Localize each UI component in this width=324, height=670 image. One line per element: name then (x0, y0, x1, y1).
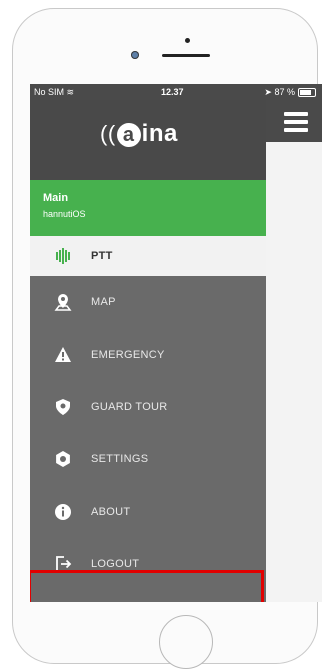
ptt-icon (54, 247, 72, 265)
proximity-sensor (185, 38, 190, 43)
logout-icon (54, 555, 72, 573)
status-bar: No SIM ≋ 12.37 ➤ 87 % (30, 84, 322, 100)
warning-icon (54, 346, 72, 364)
menu-item-guard-tour[interactable]: GUARD TOUR (30, 381, 266, 433)
status-time: 12.37 (161, 87, 184, 97)
location-icon: ➤ (264, 87, 272, 97)
gear-icon (54, 450, 72, 468)
app-screen: No SIM ≋ 12.37 ➤ 87 % ((a ina Main hannut… (30, 84, 322, 602)
shield-icon (54, 398, 72, 416)
menu-item-map[interactable]: MAP (30, 276, 266, 328)
profile-username: hannutiOS (43, 209, 86, 219)
menu-item-label: LOGOUT (91, 558, 140, 571)
menu-item-ptt[interactable]: PTT (30, 236, 266, 276)
menu-item-settings[interactable]: SETTINGS (30, 433, 266, 485)
menu-item-about[interactable]: ABOUT (30, 486, 266, 538)
status-battery: ➤ 87 % (264, 84, 316, 100)
battery-icon (298, 88, 316, 98)
wifi-icon: ≋ (66, 87, 75, 97)
status-carrier: No SIM ≋ (34, 87, 75, 97)
menu-item-label: MAP (91, 296, 116, 309)
menu-item-emergency[interactable]: EMERGENCY (30, 328, 266, 380)
home-button[interactable] (159, 615, 213, 669)
earpiece-speaker (162, 54, 210, 57)
hamburger-menu-icon[interactable] (284, 112, 308, 134)
info-icon (54, 503, 72, 521)
menu-item-logout[interactable]: LOGOUT (30, 538, 266, 590)
menu-item-label: ABOUT (91, 505, 131, 518)
menu-item-label: EMERGENCY (91, 348, 165, 361)
profile-section[interactable]: Main hannutiOS (30, 180, 266, 236)
aina-logo: ((a ina (100, 120, 178, 147)
navigation-drawer: ((a ina Main hannutiOS PTT MAP EMERGENCY (30, 100, 266, 602)
menu-item-label: PTT (91, 250, 113, 262)
drawer-header: ((a ina (30, 100, 266, 180)
menu-item-label: SETTINGS (91, 453, 149, 466)
front-camera (131, 51, 139, 59)
profile-name: Main (43, 192, 69, 204)
menu-item-label: GUARD TOUR (91, 400, 168, 413)
map-pin-icon (54, 293, 72, 311)
